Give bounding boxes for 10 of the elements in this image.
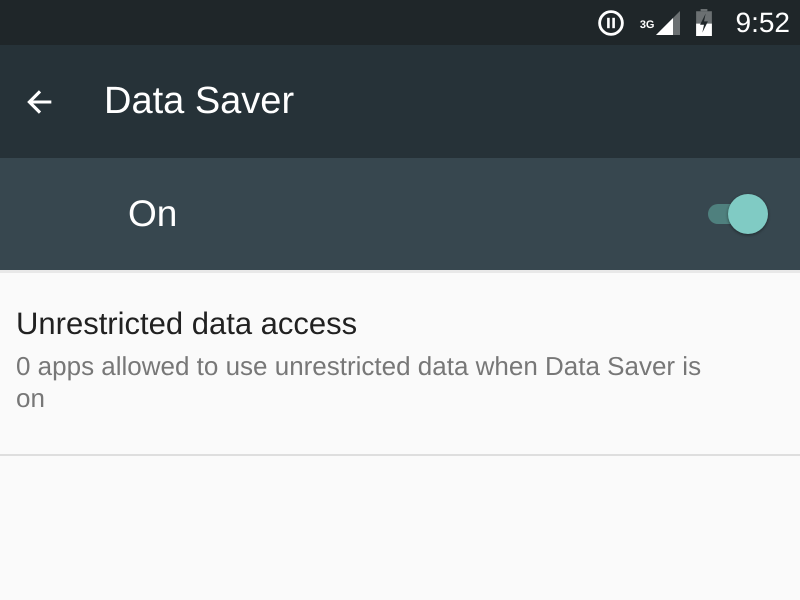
item-summary: 0 apps allowed to use unrestricted data when Data Saver is on — [16, 350, 702, 414]
clock-time: 9:52 — [736, 8, 790, 36]
signal-icon — [656, 10, 680, 34]
switch-label: On — [128, 192, 178, 236]
screen-title: Data Saver — [104, 79, 294, 124]
list-item-background[interactable]: Unrestricted data access 0 apps allowed to use unrestricted data when Data Saver is on — [0, 273, 800, 456]
item-title: Unrestricted data access — [16, 305, 358, 343]
network-type-label: 3G — [640, 20, 654, 30]
pause-circle-icon — [598, 10, 624, 36]
battery-charging-icon — [696, 9, 712, 36]
